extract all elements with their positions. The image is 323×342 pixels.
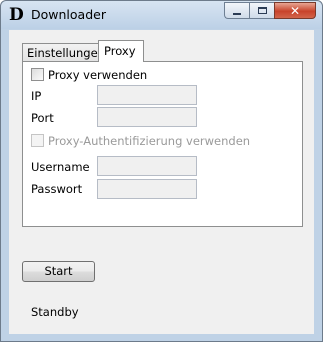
title-bar[interactable]: D Downloader ✕ [1,1,322,29]
status-text: Standby [31,305,79,319]
maximize-button[interactable] [249,2,274,19]
start-button[interactable]: Start [22,261,95,282]
close-button[interactable]: ✕ [274,2,316,19]
ip-field[interactable] [97,85,197,105]
maximize-icon [257,7,267,14]
username-label: Username [31,160,90,174]
proxy-tab-panel: Proxy verwenden IP Port Proxy-Authentifi… [22,61,303,227]
window-title: Downloader [31,7,106,22]
use-proxy-label[interactable]: Proxy verwenden [48,68,147,82]
tab-proxy[interactable]: Proxy [98,40,144,62]
proxy-auth-label: Proxy-Authentifizierung verwenden [48,134,251,148]
ip-label: IP [31,89,42,103]
minimize-icon [233,12,241,15]
tab-einstellungen[interactable]: Einstellungen [22,43,105,61]
downloader-app-icon[interactable]: D [9,6,24,24]
minimize-button[interactable] [224,2,249,19]
close-icon: ✕ [289,3,301,18]
username-field[interactable] [97,156,197,176]
client-area: Einstellungen Proxy Proxy verwenden IP P… [9,30,314,334]
password-field[interactable] [97,179,197,199]
port-label: Port [31,111,54,125]
proxy-auth-checkbox[interactable] [31,134,44,147]
use-proxy-checkbox[interactable] [31,68,44,81]
port-field[interactable] [97,107,197,127]
caption-buttons: ✕ [224,2,316,20]
main-window: D Downloader ✕ Einstellungen Proxy Proxy… [0,0,323,342]
password-label: Passwort [31,182,83,196]
